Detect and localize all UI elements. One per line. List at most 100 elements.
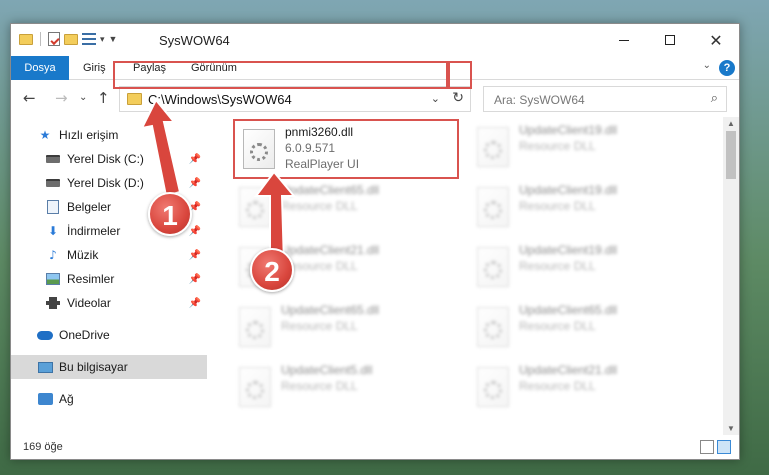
minimize-button[interactable] — [601, 24, 647, 56]
dll-file-icon — [239, 187, 271, 227]
sidebar-item-pictures[interactable]: Resimler 📌 — [11, 267, 207, 291]
refresh-icon[interactable]: ↻ — [452, 90, 464, 106]
folder-icon — [127, 93, 142, 105]
status-bar: 169 öğe — [11, 435, 739, 459]
sidebar-item-label: Yerel Disk (D:) — [67, 176, 144, 190]
list-item[interactable]: UpdateClient19.dll Resource DLL — [469, 179, 705, 239]
quick-access-toolbar: ▾ ▼ — [19, 32, 117, 46]
sidebar-item-quick-access[interactable]: ★ Hızlı erişim — [11, 123, 207, 147]
sidebar-item-label: Belgeler — [67, 200, 112, 214]
sidebar-item-onedrive[interactable]: OneDrive — [11, 323, 207, 347]
sidebar-item-label: İndirmeler — [67, 224, 121, 238]
tab-gorunum[interactable]: Görünüm — [181, 56, 247, 80]
file-name: UpdateClient19.dll — [519, 243, 618, 257]
computer-icon — [37, 361, 53, 373]
pictures-icon — [46, 273, 60, 285]
item-count: 169 öğe — [23, 441, 63, 453]
tab-giris[interactable]: Giriş — [73, 56, 116, 80]
documents-icon — [47, 200, 59, 214]
properties-icon[interactable] — [48, 32, 60, 46]
tab-dosya[interactable]: Dosya — [11, 56, 69, 80]
pin-icon[interactable]: 📌 — [189, 154, 201, 165]
list-item[interactable]: UpdateClient21.dll Resource DLL — [469, 359, 705, 419]
vertical-scrollbar[interactable]: ▲ ▼ — [723, 117, 739, 435]
file-description: Resource DLL — [281, 319, 358, 333]
drive-icon — [46, 179, 60, 187]
pictures-icon-wrap — [45, 271, 61, 287]
list-item[interactable]: UpdateClient19.dll Resource DLL — [469, 119, 705, 179]
search-input[interactable]: Ara: SysWOW64 — [494, 93, 585, 107]
scroll-down-icon[interactable]: ▼ — [727, 424, 735, 433]
pin-icon[interactable]: 📌 — [189, 250, 201, 261]
gear-icon — [484, 201, 502, 219]
file-description: Resource DLL — [281, 199, 358, 213]
gear-icon — [484, 381, 502, 399]
help-icon[interactable]: ? — [719, 60, 735, 76]
drive-icon-wrap — [45, 151, 61, 167]
back-button[interactable]: ← — [23, 89, 36, 107]
file-name: UpdateClient19.dll — [519, 123, 618, 137]
sidebar-item-disk-c[interactable]: Yerel Disk (C:) 📌 — [11, 147, 207, 171]
list-item[interactable]: UpdateClient65.dll Resource DLL — [469, 299, 705, 359]
file-description: Resource DLL — [519, 199, 596, 213]
address-path[interactable]: C:\Windows\SysWOW64 — [148, 92, 292, 107]
chevron-down-icon[interactable]: ▾ — [100, 34, 105, 45]
expand-ribbon-icon[interactable]: ⌄ — [703, 60, 711, 71]
sidebar-item-music[interactable]: ♪ Müzik 📌 — [11, 243, 207, 267]
customize-icon[interactable] — [82, 33, 96, 45]
step-marker-1: 1 — [148, 192, 192, 236]
window-title: SysWOW64 — [159, 33, 230, 48]
gear-icon — [250, 143, 268, 161]
highlighted-file-tile[interactable]: pnmi3260.dll 6.0.9.571 RealPlayer UI — [233, 119, 459, 179]
file-name: UpdateClient65.dll — [281, 303, 380, 317]
file-description: Resource DLL — [519, 379, 596, 393]
new-folder-icon[interactable] — [64, 33, 78, 45]
sidebar-item-this-pc[interactable]: Bu bilgisayar — [11, 355, 207, 379]
toolbar-dropdown-icon[interactable]: ▼ — [109, 34, 118, 44]
recent-locations-icon[interactable]: ⌄ — [79, 92, 87, 103]
gear-icon — [246, 381, 264, 399]
close-button[interactable]: ✕ — [693, 24, 739, 56]
search-icon[interactable]: ⌕ — [711, 91, 718, 106]
details-view-icon[interactable] — [700, 440, 714, 454]
sidebar-item-network[interactable]: Ağ — [11, 387, 207, 411]
dll-file-icon — [239, 367, 271, 407]
sidebar-item-label: Bu bilgisayar — [59, 360, 128, 374]
dll-file-icon — [239, 307, 271, 347]
sidebar-item-disk-d[interactable]: Yerel Disk (D:) 📌 — [11, 171, 207, 195]
file-description: Resource DLL — [519, 319, 596, 333]
maximize-button[interactable] — [647, 24, 693, 56]
gear-icon — [484, 321, 502, 339]
address-bar[interactable]: C:\Windows\SysWOW64 ⌄ ↻ — [119, 86, 471, 112]
list-item[interactable]: UpdateClient65.dll Resource DLL — [231, 179, 467, 239]
search-box[interactable]: Ara: SysWOW64 ⌕ — [483, 86, 727, 112]
dll-file-icon — [243, 129, 275, 169]
dll-file-icon — [477, 307, 509, 347]
scrollbar-thumb[interactable] — [726, 131, 736, 179]
window-controls: ✕ — [601, 24, 739, 56]
up-button[interactable]: ↑ — [97, 89, 110, 107]
videos-icon — [46, 297, 60, 309]
network-icon-wrap — [37, 391, 53, 407]
pin-icon[interactable]: 📌 — [189, 226, 201, 237]
documents-icon-wrap — [45, 199, 61, 215]
list-item[interactable]: UpdateClient65.dll Resource DLL — [231, 299, 467, 359]
pin-icon[interactable]: 📌 — [189, 178, 201, 189]
sidebar-item-videos[interactable]: Videolar 📌 — [11, 291, 207, 315]
download-icon: ⬇ — [47, 224, 59, 238]
scroll-up-icon[interactable]: ▲ — [727, 119, 735, 128]
tiles-view-icon[interactable] — [717, 440, 731, 454]
gear-icon — [484, 141, 502, 159]
list-item[interactable]: UpdateClient5.dll Resource DLL — [231, 359, 467, 419]
sidebar-item-label: Resimler — [67, 272, 115, 286]
forward-button[interactable]: → — [55, 89, 68, 107]
file-name: UpdateClient19.dll — [519, 183, 618, 197]
sidebar-item-label: Hızlı erişim — [59, 128, 119, 142]
tab-paylas[interactable]: Paylaş — [123, 56, 176, 80]
file-description: Resource DLL — [519, 139, 596, 153]
pin-icon[interactable]: 📌 — [189, 298, 201, 309]
drive-icon-wrap — [45, 175, 61, 191]
chevron-down-icon[interactable]: ⌄ — [431, 92, 440, 105]
list-item[interactable]: UpdateClient19.dll Resource DLL — [469, 239, 705, 299]
pin-icon[interactable]: 📌 — [189, 274, 201, 285]
